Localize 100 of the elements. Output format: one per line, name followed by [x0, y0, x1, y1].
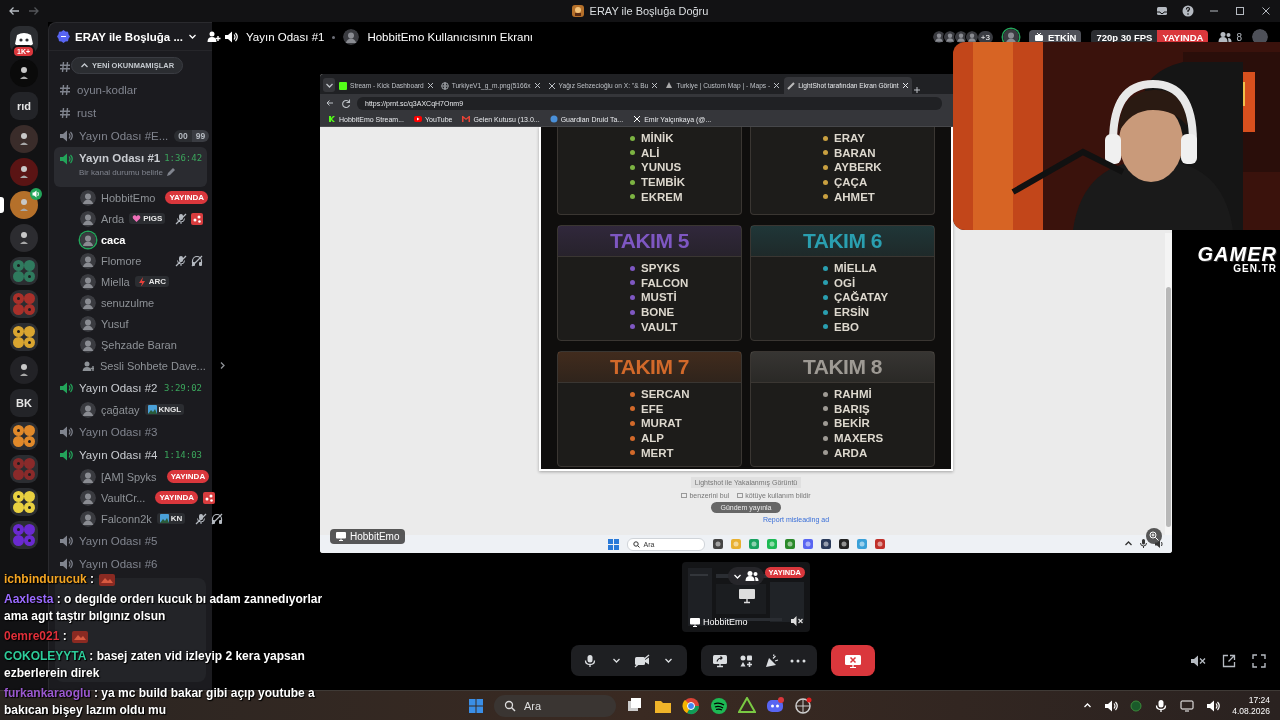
- scrollbar[interactable]: [1165, 233, 1172, 535]
- server-icon[interactable]: BK: [10, 389, 38, 417]
- channel-row[interactable]: Yayın Odası #6: [54, 552, 207, 575]
- soundboard-icon: [765, 653, 779, 668]
- team-member: MAXERS: [834, 432, 884, 445]
- app-icon[interactable]: [682, 696, 700, 715]
- microphone-icon[interactable]: [1154, 698, 1169, 713]
- app-icon[interactable]: [820, 539, 831, 549]
- server-icon[interactable]: [10, 59, 38, 87]
- windows-start-icon[interactable]: [468, 697, 484, 714]
- app-icon[interactable]: [838, 539, 849, 549]
- channel-row[interactable]: rust: [54, 101, 207, 124]
- app-icon[interactable]: [794, 696, 812, 715]
- server-icon[interactable]: [10, 356, 38, 384]
- caret-icon[interactable]: [188, 32, 197, 41]
- channel-row[interactable]: Yayın Odası #2 3:29:02: [54, 376, 207, 399]
- app-icon[interactable]: [712, 539, 723, 549]
- pencil-icon[interactable]: [166, 167, 177, 177]
- server-icon[interactable]: [10, 158, 38, 186]
- status-icon[interactable]: [1130, 699, 1143, 712]
- user-tag: ARC: [134, 276, 170, 287]
- volume-icon[interactable]: [1104, 698, 1119, 713]
- user-name[interactable]: Miella: [101, 275, 130, 288]
- team-member: BONE: [641, 306, 675, 319]
- close-icon[interactable]: [1260, 5, 1272, 17]
- server-icon[interactable]: [10, 224, 38, 252]
- heart-icon: [132, 214, 142, 223]
- user-name[interactable]: caca: [101, 233, 126, 246]
- user-name[interactable]: Flomore: [101, 254, 142, 267]
- stream-title: HobbitEmo Kullanıcısının Ekranı: [367, 31, 533, 43]
- viewer-count: 8: [1236, 31, 1242, 43]
- user-name[interactable]: senuzulme: [101, 296, 155, 309]
- close-icon[interactable]: [651, 82, 659, 89]
- close-icon[interactable]: [773, 82, 781, 89]
- forward-arrow-icon[interactable]: [28, 5, 40, 17]
- bullet-icon: [823, 420, 828, 426]
- user-name[interactable]: Yusuf: [101, 317, 129, 330]
- channel-status[interactable]: Bir kanal durumu belirle: [79, 167, 164, 177]
- team-member: MİELLA: [834, 262, 877, 275]
- search-icon: [504, 699, 516, 712]
- close-icon[interactable]: [426, 82, 434, 89]
- app-icon[interactable]: [766, 696, 784, 715]
- new-tab-icon[interactable]: [912, 86, 921, 94]
- channel-row[interactable]: Yayın Odası #4 1:14:03: [54, 443, 207, 466]
- server-icon[interactable]: rıd: [10, 92, 38, 120]
- fullscreen-icon[interactable]: [1252, 653, 1266, 668]
- microphone-icon[interactable]: [1139, 539, 1148, 548]
- add-person-icon[interactable]: [207, 30, 221, 43]
- end-stream-button[interactable]: [831, 645, 875, 676]
- volume-icon[interactable]: [1206, 698, 1221, 713]
- bullet-icon: [823, 280, 828, 286]
- server-folder-icon[interactable]: [10, 323, 38, 351]
- user-tag: KNGL: [144, 404, 185, 415]
- caret-icon[interactable]: [1083, 701, 1093, 710]
- channel-row[interactable]: oyun-kodlar: [54, 78, 207, 101]
- inbox-icon[interactable]: [1156, 5, 1168, 17]
- clock-date: 4.08.2026: [1232, 705, 1270, 717]
- user-name[interactable]: HobbitEmo: [101, 191, 156, 204]
- screen-share-icon: [712, 653, 728, 668]
- server-icon[interactable]: [10, 191, 38, 219]
- popout-icon[interactable]: [1222, 653, 1236, 668]
- network-icon[interactable]: [1180, 699, 1195, 712]
- tab-favicon-icon: [339, 81, 347, 90]
- reload-icon[interactable]: [340, 97, 351, 109]
- channel-row[interactable]: Yayın Odası #3: [54, 420, 207, 443]
- channel-row[interactable]: Yayın Odası #1 1:36:42 Bir kanal durumu belirle: [54, 147, 207, 187]
- caret-icon[interactable]: [1124, 539, 1133, 548]
- channel-row[interactable]: Yayın Odası #E... 00 99: [54, 124, 207, 147]
- channel-row[interactable]: Yayın Odası #5: [54, 529, 207, 552]
- user-name[interactable]: [AM] Spyks: [101, 470, 157, 483]
- server-folder-icon[interactable]: [10, 422, 38, 450]
- app-icon[interactable]: [710, 696, 728, 715]
- back-arrow-icon[interactable]: [8, 5, 20, 17]
- live-badge: YAYINDA: [165, 191, 208, 204]
- viewers-button[interactable]: [728, 567, 764, 585]
- search-field[interactable]: Ara: [494, 694, 616, 717]
- team-title: TAKIM 6: [803, 229, 882, 253]
- logo-text: GEN.TR: [1233, 264, 1277, 274]
- user-name[interactable]: Falconn2k: [101, 512, 152, 525]
- bullet-icon: [630, 309, 635, 315]
- user-name[interactable]: çağatay: [101, 403, 140, 416]
- close-icon[interactable]: [533, 82, 541, 89]
- windows-start-icon[interactable]: [607, 538, 619, 550]
- invite-link[interactable]: Sesli Sohbete Dave...: [100, 359, 206, 372]
- back-arrow-icon[interactable]: [326, 99, 334, 107]
- maximize-icon[interactable]: [1234, 5, 1246, 17]
- help-icon[interactable]: [1182, 5, 1194, 17]
- bullet-icon: [630, 420, 635, 426]
- app-icon[interactable]: [738, 696, 756, 715]
- scroll-thumb[interactable]: [1166, 287, 1171, 527]
- server-icon[interactable]: [10, 125, 38, 153]
- volume-mute-icon[interactable]: [1190, 653, 1206, 668]
- logo-text: GAMER: [1197, 244, 1277, 264]
- user-name[interactable]: Şehzade Baran: [101, 338, 177, 351]
- microphone-icon: [583, 653, 597, 668]
- user-name[interactable]: Arda: [101, 212, 125, 225]
- muted-speaker-icon[interactable]: [790, 615, 804, 627]
- user-name[interactable]: VaultCr...: [101, 491, 146, 504]
- server-name[interactable]: ERAY ile Boşluğa ...: [75, 30, 183, 43]
- server-folder-icon[interactable]: [10, 488, 38, 516]
